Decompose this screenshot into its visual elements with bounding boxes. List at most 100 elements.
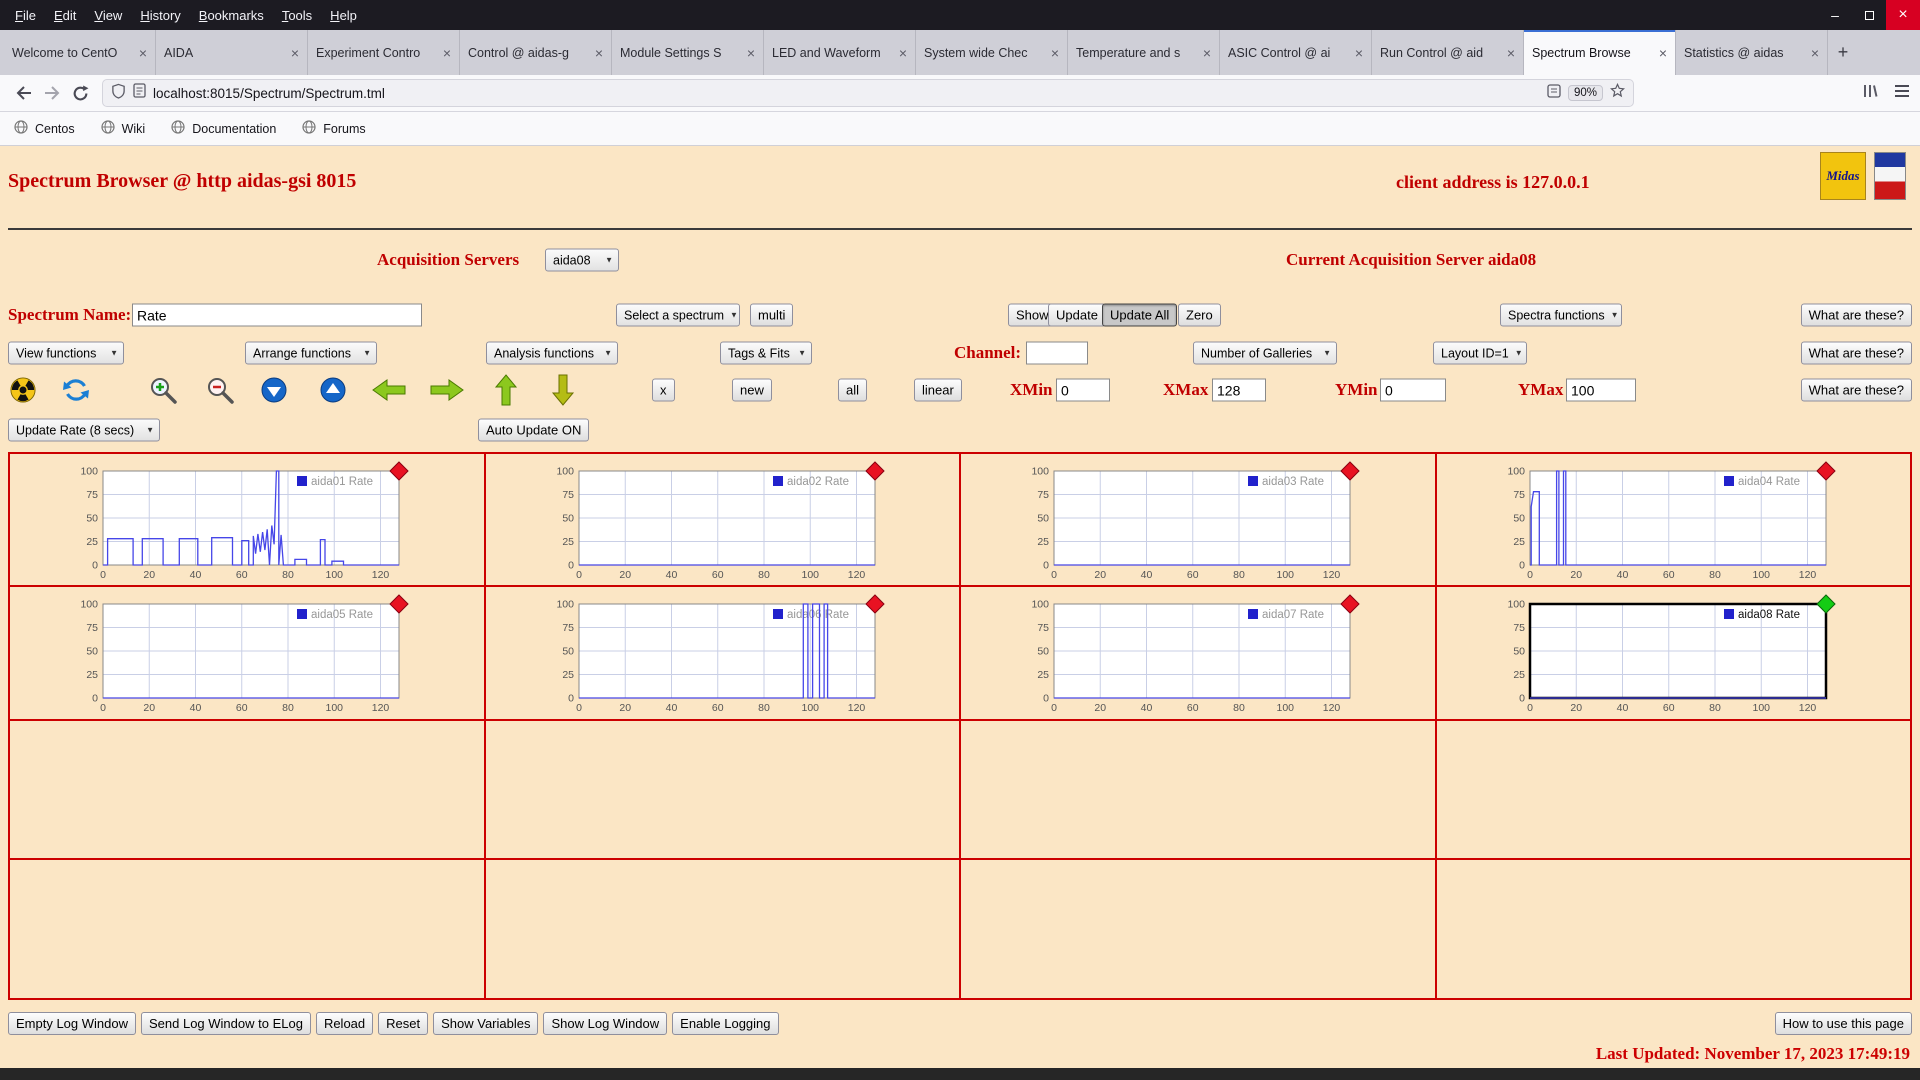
view-functions-dropdown[interactable]: View functions ▼ bbox=[8, 341, 124, 365]
auto-update-button[interactable]: Auto Update ON bbox=[478, 418, 590, 442]
update-button[interactable]: Update bbox=[1048, 303, 1106, 327]
shield-icon[interactable] bbox=[111, 83, 126, 104]
arrow-up-icon[interactable] bbox=[493, 373, 519, 407]
menu-help[interactable]: Help bbox=[321, 8, 366, 23]
galleries-dropdown[interactable]: Number of Galleries ▼ bbox=[1193, 341, 1337, 365]
circle-arrow-down-icon[interactable] bbox=[261, 377, 287, 403]
tab-close-icon[interactable]: × bbox=[899, 45, 907, 61]
reload-button[interactable] bbox=[66, 79, 94, 107]
tab-7[interactable]: System wide Chec × bbox=[916, 30, 1068, 75]
powered-by-logo[interactable] bbox=[1874, 152, 1906, 200]
library-icon[interactable] bbox=[1862, 83, 1878, 104]
select-spectrum-dropdown[interactable]: Select a spectrum ▼ bbox=[616, 303, 740, 327]
tab-4[interactable]: Control @ aidas-g × bbox=[460, 30, 612, 75]
bookmark-documentation[interactable]: Documentation bbox=[171, 120, 276, 137]
empty-log-window-button[interactable]: Empty Log Window bbox=[8, 1012, 136, 1035]
maximize-button[interactable] bbox=[1852, 0, 1886, 30]
tab-close-icon[interactable]: × bbox=[1203, 45, 1211, 61]
arrange-functions-dropdown[interactable]: Arrange functions ▼ bbox=[245, 341, 377, 365]
menu-edit[interactable]: Edit bbox=[45, 8, 85, 23]
bookmark-forums[interactable]: Forums bbox=[302, 120, 366, 137]
url-bar[interactable]: localhost:8015/Spectrum/Spectrum.tml 90% bbox=[102, 79, 1634, 107]
gallery-cell-4[interactable]: 0 20 40 60 80 100 120 0 25 50 75 100 aida04 Rate bbox=[1435, 453, 1911, 586]
tab-8[interactable]: Temperature and s × bbox=[1068, 30, 1220, 75]
close-button[interactable]: × bbox=[1886, 0, 1920, 30]
zoom-level-chip[interactable]: 90% bbox=[1567, 85, 1603, 101]
spectrum-name-input[interactable] bbox=[132, 303, 422, 327]
bookmark-wiki[interactable]: Wiki bbox=[101, 120, 145, 137]
analysis-functions-dropdown[interactable]: Analysis functions ▼ bbox=[486, 341, 618, 365]
show-variables-button[interactable]: Show Variables bbox=[433, 1012, 539, 1035]
site-info-icon[interactable] bbox=[133, 83, 146, 103]
arrow-left-icon[interactable] bbox=[371, 377, 407, 403]
back-button[interactable] bbox=[10, 79, 38, 107]
what-are-these-button[interactable]: What are these? bbox=[1800, 303, 1912, 327]
minimize-button[interactable]: – bbox=[1818, 0, 1852, 30]
tab-9[interactable]: ASIC Control @ ai × bbox=[1220, 30, 1372, 75]
ymin-input[interactable] bbox=[1380, 378, 1446, 402]
tab-close-icon[interactable]: × bbox=[747, 45, 755, 61]
bookmark-centos[interactable]: Centos bbox=[14, 120, 75, 137]
all-button[interactable]: all bbox=[838, 378, 868, 402]
tab-close-icon[interactable]: × bbox=[139, 45, 147, 61]
menu-bookmarks[interactable]: Bookmarks bbox=[190, 8, 273, 23]
menu-view[interactable]: View bbox=[85, 8, 131, 23]
app-menu-icon[interactable] bbox=[1894, 84, 1910, 103]
spectrum-chart[interactable]: 0 20 40 60 80 100 120 0 25 50 75 100 aida03 Rate bbox=[966, 457, 1424, 581]
tab-11[interactable]: Spectrum Browse × bbox=[1524, 30, 1676, 75]
tags-fits-dropdown[interactable]: Tags & Fits ▼ bbox=[720, 341, 812, 365]
xmax-input[interactable] bbox=[1212, 378, 1266, 402]
tab-close-icon[interactable]: × bbox=[1051, 45, 1059, 61]
tab-1[interactable]: Welcome to CentO × bbox=[4, 30, 156, 75]
multi-button[interactable]: multi bbox=[750, 303, 794, 327]
radiation-icon[interactable] bbox=[10, 377, 36, 403]
layout-dropdown[interactable]: Layout ID=1 ▼ bbox=[1433, 341, 1527, 365]
how-to-use-button[interactable]: How to use this page bbox=[1774, 1012, 1912, 1035]
tab-10[interactable]: Run Control @ aid × bbox=[1372, 30, 1524, 75]
gallery-cell-5[interactable]: 0 20 40 60 80 100 120 0 25 50 75 100 aida05 Rate bbox=[9, 586, 485, 720]
gallery-cell-2[interactable]: 0 20 40 60 80 100 120 0 25 50 75 100 aida02 Rate bbox=[484, 453, 960, 586]
what-are-these-button[interactable]: What are these? bbox=[1800, 341, 1912, 365]
gallery-cell-6[interactable]: 0 20 40 60 80 100 120 0 25 50 75 100 aida06 Rate bbox=[484, 586, 960, 720]
zero-button[interactable]: Zero bbox=[1178, 303, 1221, 327]
reset-button[interactable]: Reset bbox=[378, 1012, 429, 1035]
x-button[interactable]: x bbox=[652, 378, 675, 402]
send-log-window-to-elog-button[interactable]: Send Log Window to ELog bbox=[141, 1012, 311, 1035]
tab-close-icon[interactable]: × bbox=[1659, 45, 1667, 61]
spectrum-chart[interactable]: 0 20 40 60 80 100 120 0 25 50 75 100 aida07 Rate bbox=[966, 590, 1424, 714]
new-tab-button[interactable]: + bbox=[1828, 30, 1858, 75]
tab-close-icon[interactable]: × bbox=[1811, 45, 1819, 61]
menu-history[interactable]: History bbox=[131, 8, 189, 23]
tab-3[interactable]: Experiment Contro × bbox=[308, 30, 460, 75]
tab-close-icon[interactable]: × bbox=[1355, 45, 1363, 61]
what-are-these-button[interactable]: What are these? bbox=[1800, 378, 1912, 402]
enable-logging-button[interactable]: Enable Logging bbox=[672, 1012, 779, 1035]
reader-mode-icon[interactable] bbox=[1547, 83, 1561, 103]
reload-button[interactable]: Reload bbox=[315, 1012, 374, 1035]
acquisition-server-dropdown[interactable]: aida08 ▼ bbox=[545, 248, 619, 272]
gallery-cell-8[interactable]: 0 20 40 60 80 100 120 0 25 50 75 100 aida08 Rate bbox=[1435, 586, 1911, 720]
zoom-out-icon[interactable] bbox=[205, 375, 235, 405]
new-button[interactable]: new bbox=[732, 378, 772, 402]
tab-close-icon[interactable]: × bbox=[291, 45, 299, 61]
bookmark-star-icon[interactable] bbox=[1609, 82, 1626, 103]
arrow-down-icon[interactable] bbox=[550, 373, 576, 407]
channel-input[interactable] bbox=[1026, 341, 1088, 365]
spectrum-chart[interactable]: 0 20 40 60 80 100 120 0 25 50 75 100 aida01 Rate bbox=[15, 457, 473, 581]
gallery-cell-3[interactable]: 0 20 40 60 80 100 120 0 25 50 75 100 aida03 Rate bbox=[960, 453, 1436, 586]
linear-button[interactable]: linear bbox=[914, 378, 962, 402]
tab-5[interactable]: Module Settings S × bbox=[612, 30, 764, 75]
tab-6[interactable]: LED and Waveform × bbox=[764, 30, 916, 75]
update-all-button[interactable]: Update All bbox=[1102, 303, 1178, 327]
show-log-window-button[interactable]: Show Log Window bbox=[543, 1012, 668, 1035]
tab-close-icon[interactable]: × bbox=[595, 45, 603, 61]
update-rate-dropdown[interactable]: Update Rate (8 secs) ▼ bbox=[8, 418, 160, 442]
gallery-cell-7[interactable]: 0 20 40 60 80 100 120 0 25 50 75 100 aida07 Rate bbox=[960, 586, 1436, 720]
spectra-functions-dropdown[interactable]: Spectra functions ▼ bbox=[1500, 303, 1622, 327]
tab-close-icon[interactable]: × bbox=[443, 45, 451, 61]
ymax-input[interactable] bbox=[1566, 378, 1636, 402]
menu-file[interactable]: File bbox=[6, 8, 45, 23]
tab-12[interactable]: Statistics @ aidas × bbox=[1676, 30, 1828, 75]
tab-close-icon[interactable]: × bbox=[1507, 45, 1515, 61]
zoom-in-icon[interactable] bbox=[148, 375, 178, 405]
